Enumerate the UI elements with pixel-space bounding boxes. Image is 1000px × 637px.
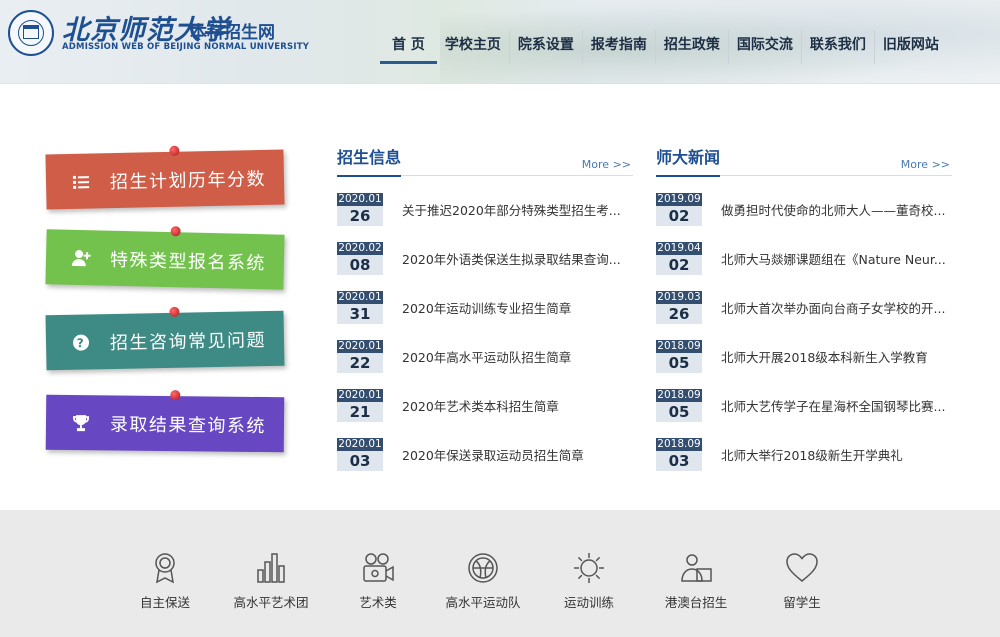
sun-icon — [574, 553, 604, 583]
nav-home[interactable]: 首 页 — [380, 30, 437, 64]
more-link[interactable]: More >> — [901, 158, 950, 171]
pin-icon — [170, 390, 181, 401]
quick-link-label: 招生计划历年分数 — [109, 168, 267, 193]
nav-contact[interactable]: 联系我们 — [800, 30, 874, 64]
quick-link-enrollment-scores[interactable]: 招生计划历年分数 — [45, 145, 285, 210]
svg-text:?: ? — [77, 336, 86, 350]
news-item[interactable]: 2019.03 26 北师大首次举办面向台商子女学校的开... — [656, 290, 952, 324]
pin-icon — [169, 306, 180, 317]
news-title-link[interactable]: 关于推迟2020年部分特殊类型招生考... — [402, 200, 630, 219]
nav-international[interactable]: 国际交流 — [727, 30, 801, 64]
more-link[interactable]: More >> — [582, 158, 631, 171]
category-label: 高水平艺术团 — [233, 595, 309, 610]
news-title-link[interactable]: 2020年保送录取运动员招生简章 — [402, 445, 630, 464]
date-badge: 2020.01 03 — [337, 437, 383, 471]
news-title-link[interactable]: 北师大马燚娜课题组在《Nature Neur... — [721, 249, 949, 268]
category-arts[interactable]: 艺术类 — [328, 550, 428, 611]
news-item[interactable]: 2020.02 08 2020年外语类保送生拟录取结果查询... — [337, 241, 633, 275]
news-title-link[interactable]: 2020年运动训练专业招生简章 — [402, 298, 630, 317]
news-title-link[interactable]: 北师大开展2018级本科新生入学教育 — [721, 347, 949, 366]
category-sports-team[interactable]: 高水平运动队 — [433, 550, 533, 611]
panel-title: 师大新闻 — [656, 144, 721, 177]
question-icon: ? — [70, 331, 92, 353]
category-label: 高水平运动队 — [445, 595, 521, 610]
news-item[interactable]: 2018.09 03 北师大举行2018级新生开学典礼 — [656, 437, 952, 471]
bar-chart-icon — [257, 553, 285, 583]
quick-link-label: 录取结果查询系统 — [109, 413, 267, 437]
news-item[interactable]: 2019.04 02 北师大马燚娜课题组在《Nature Neur... — [656, 241, 952, 275]
university-seal-icon[interactable] — [8, 10, 54, 56]
news-title-link[interactable]: 2020年高水平运动队招生简章 — [402, 347, 630, 366]
date-badge: 2020.01 22 — [337, 339, 383, 373]
date-badge: 2020.02 08 — [337, 241, 383, 275]
news-title-link[interactable]: 北师大举行2018级新生开学典礼 — [721, 445, 949, 464]
quick-link-faq[interactable]: ? 招生咨询常见问题 — [45, 306, 285, 371]
news-item[interactable]: 2020.01 21 2020年艺术类本科招生简章 — [337, 388, 633, 422]
panel-header: 师大新闻 More >> — [656, 144, 952, 177]
list-icon — [70, 170, 92, 192]
date-badge: 2020.01 31 — [337, 290, 383, 324]
date-badge: 2019.04 02 — [656, 241, 702, 275]
news-item[interactable]: 2019.09 02 做勇担时代使命的北师大人——董奇校... — [656, 192, 952, 226]
nav-departments[interactable]: 院系设置 — [508, 30, 582, 64]
trophy-icon — [70, 412, 92, 434]
date-badge: 2018.09 03 — [656, 437, 702, 471]
nav-application-guide[interactable]: 报考指南 — [581, 30, 655, 64]
main-nav: 首 页 学校主页 院系设置 报考指南 招生政策 国际交流 联系我们 旧版网站 — [380, 30, 947, 64]
camera-icon — [363, 553, 394, 582]
medal-icon — [155, 553, 175, 584]
news-title-link[interactable]: 做勇担时代使命的北师大人——董奇校... — [721, 200, 949, 219]
category-art-troupe[interactable]: 高水平艺术团 — [221, 550, 321, 611]
news-item[interactable]: 2018.09 05 北师大开展2018级本科新生入学教育 — [656, 339, 952, 373]
category-label: 自主保送 — [139, 595, 190, 610]
news-item[interactable]: 2020.01 31 2020年运动训练专业招生简章 — [337, 290, 633, 324]
people-icon — [681, 554, 712, 582]
heart-icon — [786, 553, 818, 582]
news-title-link[interactable]: 2020年艺术类本科招生简章 — [402, 396, 630, 415]
quick-link-label: 招生咨询常见问题 — [109, 329, 267, 354]
date-badge: 2020.01 26 — [337, 192, 383, 226]
date-badge: 2018.09 05 — [656, 339, 702, 373]
news-item[interactable]: 2020.01 26 关于推迟2020年部分特殊类型招生考... — [337, 192, 633, 226]
category-independent-recommendation[interactable]: 自主保送 — [115, 550, 215, 611]
date-badge: 2018.09 05 — [656, 388, 702, 422]
logo-subtitle[interactable]: 本科招生网 — [190, 18, 275, 43]
nav-admission-policy[interactable]: 招生政策 — [654, 30, 728, 64]
quick-link-special-registration[interactable]: 特殊类型报名系统 — [45, 226, 285, 290]
quick-link-admission-results[interactable]: 录取结果查询系统 — [45, 390, 285, 453]
admission-info-panel: 招生信息 More >> 2020.01 26 关于推迟2020年部分特殊类型招生… — [337, 144, 633, 471]
logo-english-name: ADMISSION WEB OF BEIJING NORMAL UNIVERSI… — [62, 42, 310, 52]
pin-icon — [170, 226, 181, 237]
quick-link-label: 特殊类型报名系统 — [109, 249, 267, 274]
ball-icon — [468, 553, 498, 583]
category-label: 留学生 — [783, 595, 821, 610]
pin-icon — [169, 145, 180, 156]
category-sports-training[interactable]: 运动训练 — [539, 550, 639, 611]
category-label: 港澳台招生 — [664, 595, 728, 610]
news-title-link[interactable]: 北师大艺传学子在星海杯全国钢琴比赛... — [721, 396, 949, 415]
category-strip: 自主保送 高水平艺术团 艺术类 高水平运动队 运动训练 港澳台招生 留学生 — [0, 510, 1000, 637]
category-label: 艺术类 — [359, 595, 397, 610]
site-header: 北京师范大学 本科招生网 ADMISSION WEB OF BEIJING NO… — [0, 0, 1000, 84]
news-title-link[interactable]: 2020年外语类保送生拟录取结果查询... — [402, 249, 630, 268]
news-item[interactable]: 2020.01 03 2020年保送录取运动员招生简章 — [337, 437, 633, 471]
panel-header: 招生信息 More >> — [337, 144, 633, 177]
news-item[interactable]: 2018.09 05 北师大艺传学子在星海杯全国钢琴比赛... — [656, 388, 952, 422]
news-item[interactable]: 2020.01 22 2020年高水平运动队招生简章 — [337, 339, 633, 373]
date-badge: 2019.09 02 — [656, 192, 702, 226]
news-title-link[interactable]: 北师大首次举办面向台商子女学校的开... — [721, 298, 949, 317]
nav-school-home[interactable]: 学校主页 — [437, 30, 509, 64]
user-add-icon — [70, 246, 92, 268]
category-hk-macau-taiwan[interactable]: 港澳台招生 — [646, 550, 746, 611]
category-international-students[interactable]: 留学生 — [752, 550, 852, 611]
university-news-panel: 师大新闻 More >> 2019.09 02 做勇担时代使命的北师大人——董奇校… — [656, 144, 952, 471]
nav-old-site[interactable]: 旧版网站 — [873, 30, 947, 64]
panel-title: 招生信息 — [337, 144, 402, 177]
category-label: 运动训练 — [563, 595, 614, 610]
date-badge: 2019.03 26 — [656, 290, 702, 324]
date-badge: 2020.01 21 — [337, 388, 383, 422]
